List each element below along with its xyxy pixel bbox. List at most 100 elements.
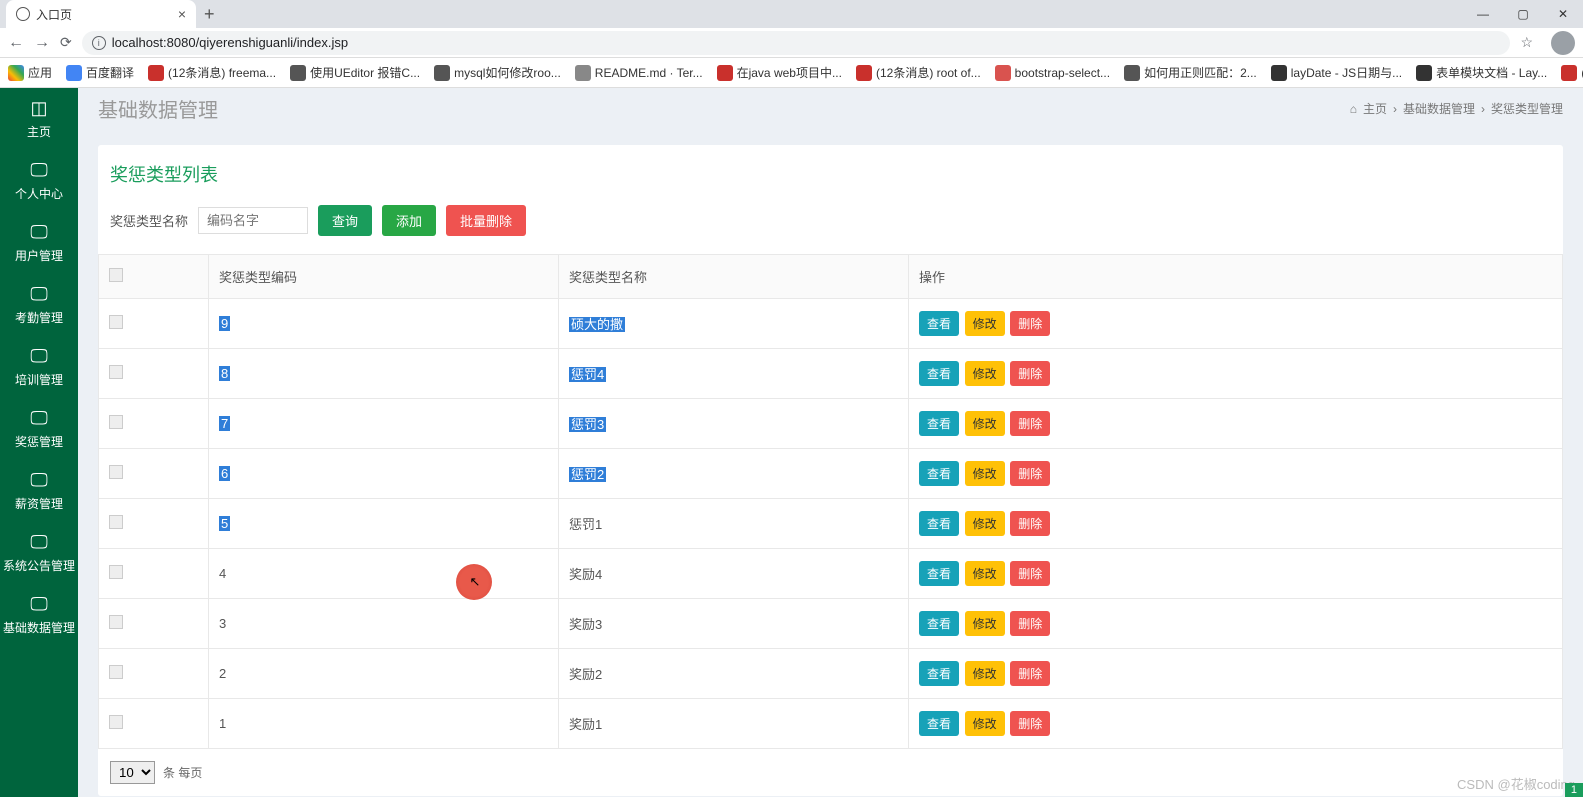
crumb-section[interactable]: 基础数据管理 bbox=[1403, 100, 1475, 117]
reload-button[interactable]: ⟳ bbox=[60, 34, 72, 51]
tab-bar: 入口页 × + — ▢ ✕ bbox=[0, 0, 1583, 28]
bookmark-item[interactable]: 使用UEditor 报错C... bbox=[290, 64, 420, 81]
edit-button[interactable]: 修改 bbox=[965, 311, 1005, 336]
col-code-header: 奖惩类型编码 bbox=[209, 255, 559, 299]
apps-button[interactable]: 应用 bbox=[8, 64, 52, 81]
delete-button[interactable]: 删除 bbox=[1010, 461, 1050, 486]
batch-delete-button[interactable]: 批量删除 bbox=[446, 205, 526, 236]
close-window-button[interactable]: ✕ bbox=[1543, 0, 1583, 28]
edit-button[interactable]: 修改 bbox=[965, 511, 1005, 536]
minimize-button[interactable]: — bbox=[1463, 0, 1503, 28]
bookmark-item[interactable]: README.md · Ter... bbox=[575, 64, 703, 81]
maximize-button[interactable]: ▢ bbox=[1503, 0, 1543, 28]
crumb-page: 奖惩类型管理 bbox=[1491, 100, 1563, 117]
delete-button[interactable]: 删除 bbox=[1010, 411, 1050, 436]
cell-name: 惩罚1 bbox=[559, 499, 909, 549]
view-button[interactable]: 查看 bbox=[919, 311, 959, 336]
delete-button[interactable]: 删除 bbox=[1010, 711, 1050, 736]
crumb-home[interactable]: 主页 bbox=[1363, 100, 1387, 117]
table-row: 8 惩罚4 查看 修改 删除 bbox=[99, 349, 1563, 399]
url-input[interactable]: i localhost:8080/qiyerenshiguanli/index.… bbox=[82, 31, 1511, 55]
monitor-icon: 🖵 bbox=[0, 470, 78, 491]
sidebar-item[interactable]: ◫主页 bbox=[0, 88, 78, 150]
bookmark-item[interactable]: mysql如何修改roo... bbox=[434, 64, 561, 81]
row-checkbox[interactable] bbox=[109, 715, 123, 729]
cell-name: 惩罚2 bbox=[559, 449, 909, 499]
bookmark-icon bbox=[148, 65, 164, 81]
sidebar-item[interactable]: 🖵奖惩管理 bbox=[0, 398, 78, 460]
row-checkbox[interactable] bbox=[109, 515, 123, 529]
bookmark-icon bbox=[290, 65, 306, 81]
star-icon[interactable]: ☆ bbox=[1520, 34, 1533, 51]
cell-code: 7 bbox=[209, 399, 559, 449]
view-button[interactable]: 查看 bbox=[919, 561, 959, 586]
view-button[interactable]: 查看 bbox=[919, 461, 959, 486]
sidebar-item[interactable]: 🖵基础数据管理 bbox=[0, 584, 78, 646]
bookmark-item[interactable]: layDate - JS日期与... bbox=[1271, 64, 1402, 81]
sidebar-item[interactable]: 🖵系统公告管理 bbox=[0, 522, 78, 584]
row-checkbox[interactable] bbox=[109, 415, 123, 429]
bookmark-item[interactable]: (12条消息) freema... bbox=[148, 64, 276, 81]
view-button[interactable]: 查看 bbox=[919, 611, 959, 636]
edit-button[interactable]: 修改 bbox=[965, 361, 1005, 386]
edit-button[interactable]: 修改 bbox=[965, 561, 1005, 586]
bookmark-item[interactable]: (12条消息) 关于lay... bbox=[1561, 64, 1583, 81]
view-button[interactable]: 查看 bbox=[919, 511, 959, 536]
view-button[interactable]: 查看 bbox=[919, 711, 959, 736]
cursor-highlight: ↖ bbox=[456, 564, 492, 600]
view-button[interactable]: 查看 bbox=[919, 411, 959, 436]
add-button[interactable]: 添加 bbox=[382, 205, 436, 236]
sidebar-item[interactable]: 🖵用户管理 bbox=[0, 212, 78, 274]
edit-button[interactable]: 修改 bbox=[965, 411, 1005, 436]
main-content: 基础数据管理 ⌂ 主页 › 基础数据管理 › 奖惩类型管理 奖惩类型列表 奖惩类… bbox=[78, 88, 1583, 797]
delete-button[interactable]: 删除 bbox=[1010, 661, 1050, 686]
delete-button[interactable]: 删除 bbox=[1010, 511, 1050, 536]
browser-tab[interactable]: 入口页 × bbox=[6, 0, 196, 28]
select-all-checkbox[interactable] bbox=[109, 268, 123, 282]
bookmark-item[interactable]: 在java web项目中... bbox=[717, 64, 842, 81]
bookmark-item[interactable]: 百度翻译 bbox=[66, 64, 134, 81]
search-input[interactable] bbox=[198, 207, 308, 234]
row-checkbox[interactable] bbox=[109, 665, 123, 679]
sidebar-item[interactable]: 🖵考勤管理 bbox=[0, 274, 78, 336]
query-button[interactable]: 查询 bbox=[318, 205, 372, 236]
row-checkbox[interactable] bbox=[109, 565, 123, 579]
monitor-icon: 🖵 bbox=[0, 284, 78, 305]
delete-button[interactable]: 删除 bbox=[1010, 361, 1050, 386]
page-size-select[interactable]: 10 bbox=[110, 761, 155, 784]
cell-code: 6 bbox=[209, 449, 559, 499]
edit-button[interactable]: 修改 bbox=[965, 661, 1005, 686]
bookmark-icon bbox=[1124, 65, 1140, 81]
bookmark-item[interactable]: (12条消息) root of... bbox=[856, 64, 981, 81]
delete-button[interactable]: 删除 bbox=[1010, 561, 1050, 586]
bookmark-item[interactable]: bootstrap-select... bbox=[995, 64, 1110, 81]
edit-button[interactable]: 修改 bbox=[965, 461, 1005, 486]
cell-name: 硕大的撒 bbox=[559, 299, 909, 349]
view-button[interactable]: 查看 bbox=[919, 661, 959, 686]
monitor-icon: 🖵 bbox=[0, 532, 78, 553]
row-checkbox[interactable] bbox=[109, 615, 123, 629]
breadcrumb: ⌂ 主页 › 基础数据管理 › 奖惩类型管理 bbox=[1350, 100, 1563, 117]
row-checkbox[interactable] bbox=[109, 365, 123, 379]
sidebar-item[interactable]: 🖵个人中心 bbox=[0, 150, 78, 212]
delete-button[interactable]: 删除 bbox=[1010, 611, 1050, 636]
delete-button[interactable]: 删除 bbox=[1010, 311, 1050, 336]
row-checkbox[interactable] bbox=[109, 315, 123, 329]
tab-title: 入口页 bbox=[36, 6, 72, 23]
search-label: 奖惩类型名称 bbox=[110, 211, 188, 230]
forward-button[interactable]: → bbox=[34, 34, 50, 52]
new-tab-button[interactable]: + bbox=[204, 4, 215, 25]
sidebar-item[interactable]: 🖵培训管理 bbox=[0, 336, 78, 398]
corner-badge: 1 bbox=[1565, 783, 1583, 797]
bookmark-item[interactable]: 表单模块文档 - Lay... bbox=[1416, 64, 1547, 81]
edit-button[interactable]: 修改 bbox=[965, 611, 1005, 636]
view-button[interactable]: 查看 bbox=[919, 361, 959, 386]
sidebar-item[interactable]: 🖵薪资管理 bbox=[0, 460, 78, 522]
edit-button[interactable]: 修改 bbox=[965, 711, 1005, 736]
profile-avatar[interactable] bbox=[1551, 31, 1575, 55]
bookmark-item[interactable]: 如何用正则匹配：2... bbox=[1124, 64, 1257, 81]
row-checkbox[interactable] bbox=[109, 465, 123, 479]
back-button[interactable]: ← bbox=[8, 34, 24, 52]
cell-code: 4 bbox=[209, 549, 559, 599]
close-icon[interactable]: × bbox=[178, 6, 186, 22]
